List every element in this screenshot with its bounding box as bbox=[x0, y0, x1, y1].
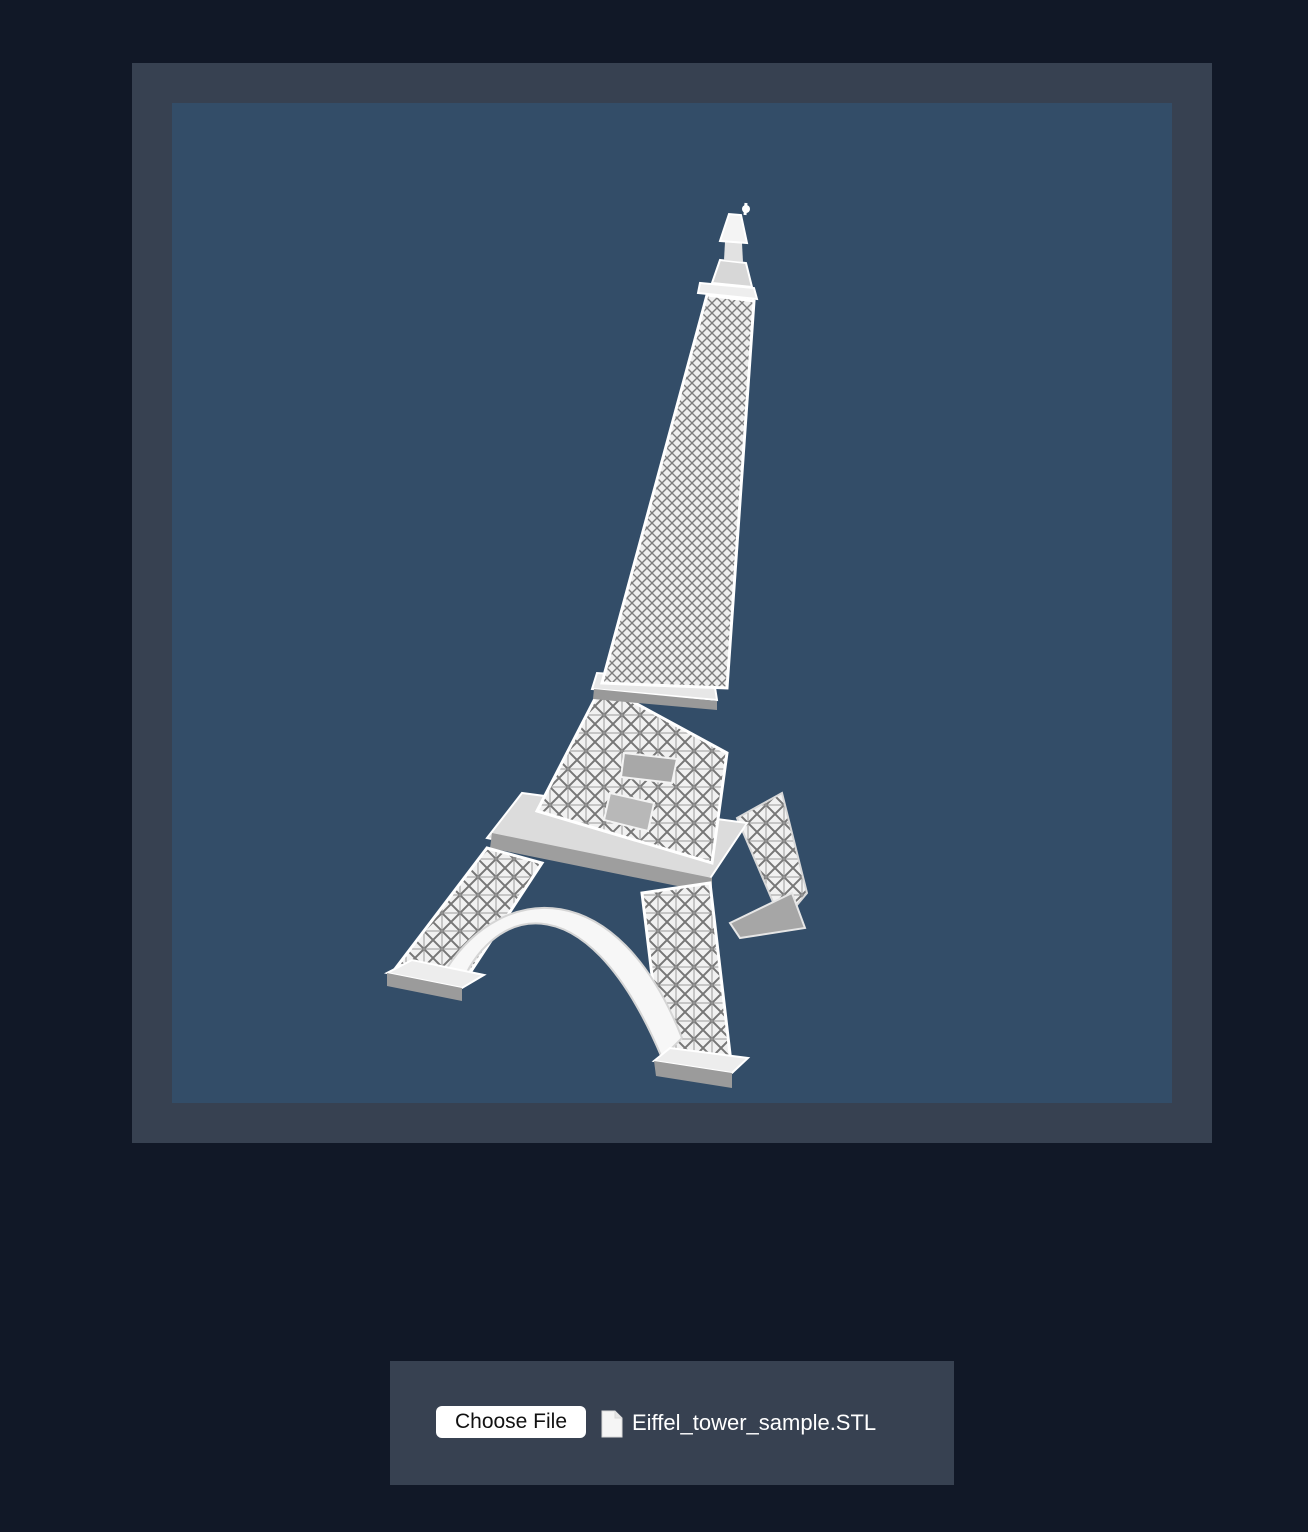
choose-file-button[interactable]: Choose File bbox=[436, 1406, 586, 1438]
document-icon bbox=[601, 1410, 623, 1438]
stl-viewer-canvas[interactable] bbox=[172, 103, 1172, 1103]
file-upload-panel: Choose File Eiffel_tower_sample.STL bbox=[390, 1361, 954, 1485]
stl-viewer-frame bbox=[132, 63, 1212, 1143]
selected-file-name: Eiffel_tower_sample.STL bbox=[632, 1410, 877, 1435]
eiffel-tower-model bbox=[384, 202, 809, 1088]
